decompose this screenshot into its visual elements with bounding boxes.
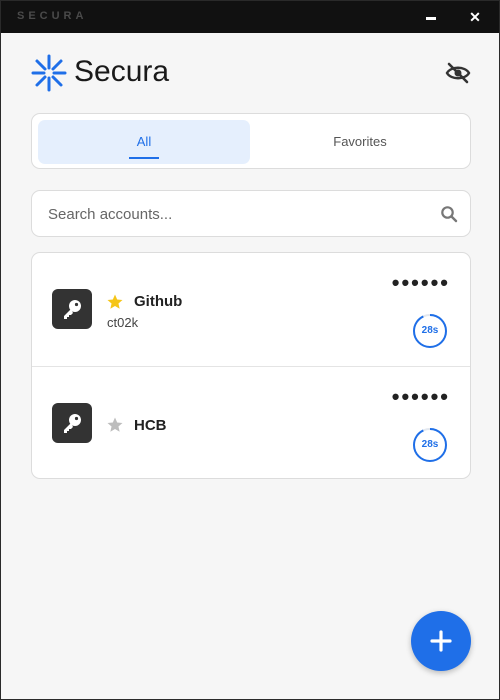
header: Secura [31,51,471,95]
title-bar: SECURA ✕ [1,1,499,33]
tab-all[interactable]: All [38,120,250,164]
account-name: HCB [134,417,167,434]
masked-code[interactable]: •••••• [392,272,450,294]
app-window: SECURA ✕ Secura All Favorites Search acc… [0,0,500,700]
filter-tabs: All Favorites [31,113,471,169]
accounts-list: Github ct02k •••••• 28s HCB •••••• 28s [31,252,471,479]
minimize-icon [426,16,436,20]
search-box [31,190,471,238]
eye-slash-icon[interactable] [445,61,471,85]
brand-title: Secura [74,55,170,88]
minimize-button[interactable] [419,7,443,27]
active-tab-indicator [129,157,159,159]
account-name: Github [134,293,183,310]
close-button[interactable]: ✕ [463,7,487,27]
favorite-star-icon[interactable] [106,293,124,311]
timer-label: 28s [421,325,439,336]
search-input[interactable] [46,191,420,238]
countdown-timer: 28s [412,313,448,349]
tab-favorites-label: Favorites [333,134,387,149]
add-account-button[interactable] [411,611,471,671]
search-icon[interactable] [440,205,458,223]
account-username: ct02k [107,315,139,330]
account-row-github[interactable]: Github ct02k •••••• 28s [32,253,470,366]
key-icon [52,289,92,329]
asterisk-logo-icon [31,54,67,92]
masked-code[interactable]: •••••• [392,386,450,408]
window-title: SECURA [17,10,88,22]
timer-label: 28s [421,439,439,450]
tab-favorites[interactable]: Favorites [254,120,466,164]
tab-all-label: All [136,134,152,149]
key-icon [52,403,92,443]
unfavorite-star-icon[interactable] [106,416,124,434]
plus-icon [430,630,452,652]
account-row-hcb[interactable]: HCB •••••• 28s [32,366,470,478]
countdown-timer: 28s [412,427,448,463]
